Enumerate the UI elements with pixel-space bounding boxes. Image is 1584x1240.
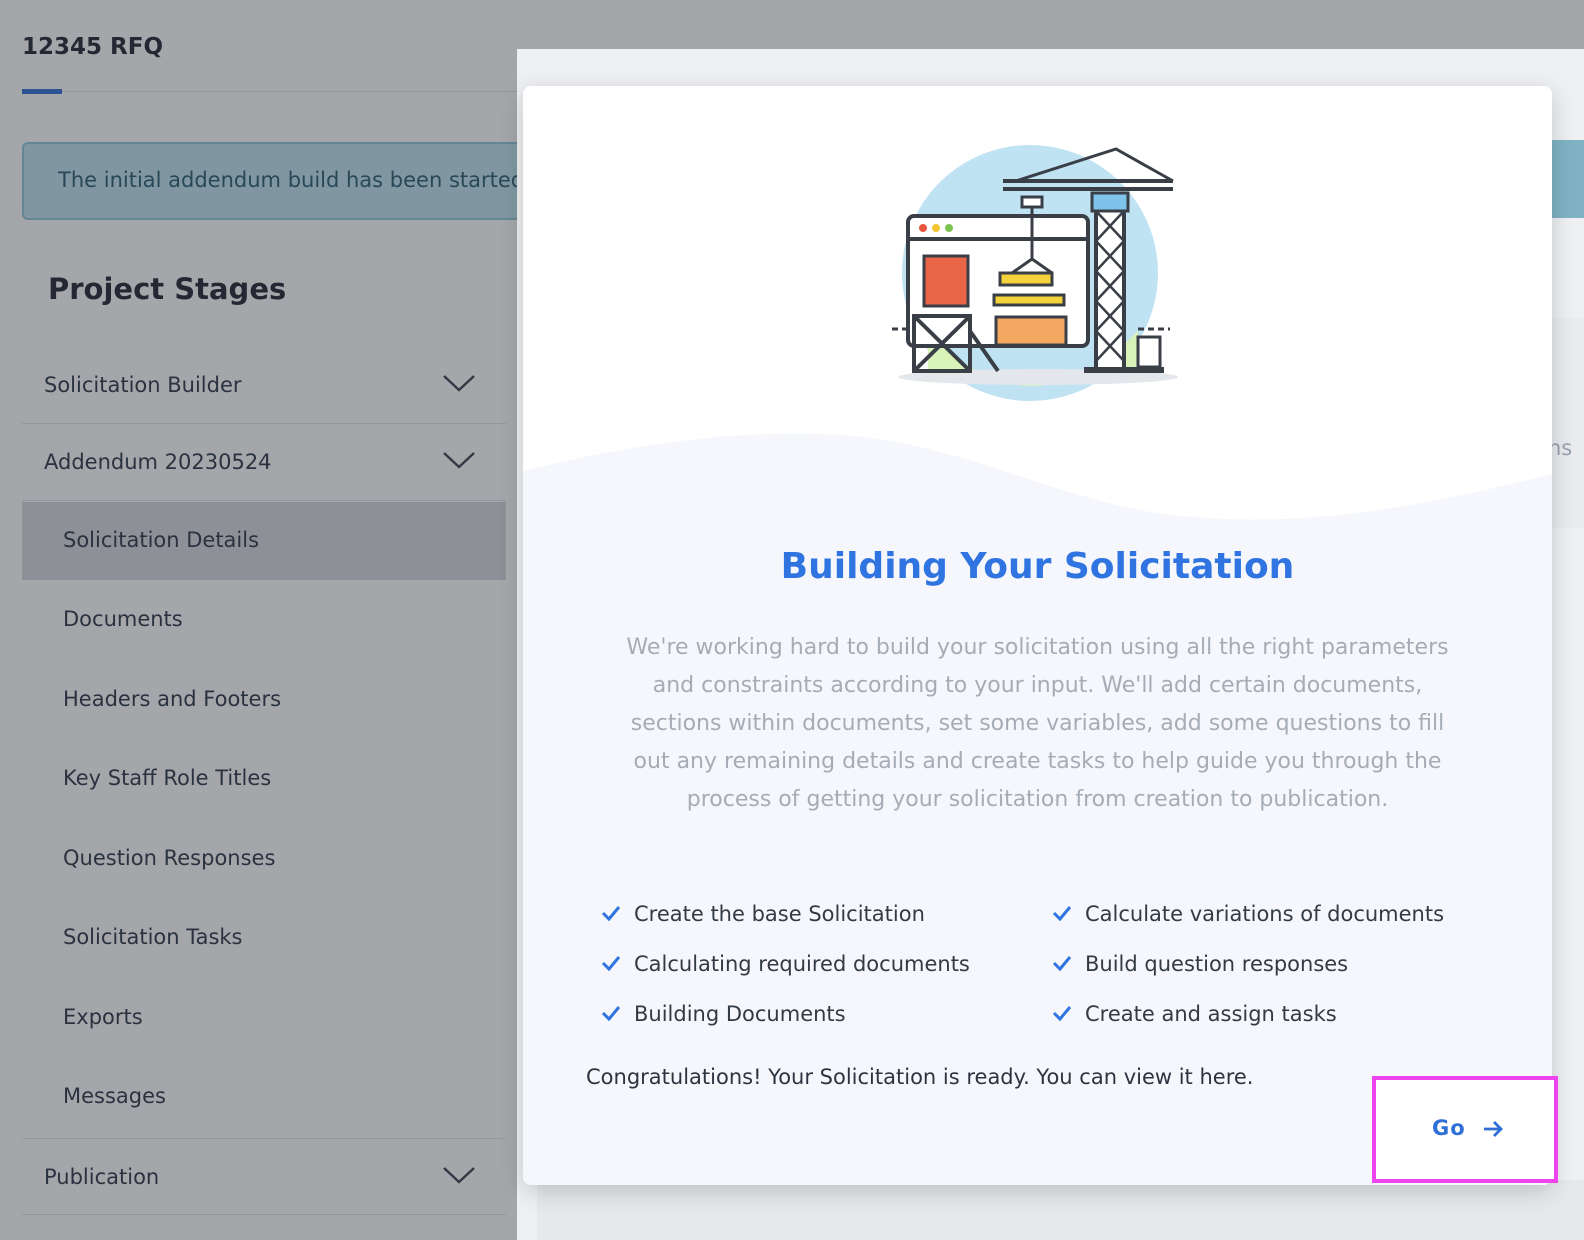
go-button[interactable]: Go bbox=[1372, 1076, 1558, 1183]
build-progress-modal: Building Your Solicitation We're working… bbox=[523, 86, 1552, 1185]
check-icon bbox=[601, 956, 621, 972]
construction-illustration bbox=[892, 145, 1178, 401]
go-button-label: Go bbox=[1432, 1116, 1466, 1140]
checklist-item-text: Create and assign tasks bbox=[1085, 1002, 1337, 1026]
arrow-right-icon bbox=[1484, 1121, 1503, 1137]
modal-description: We're working hard to build your solicit… bbox=[626, 635, 1449, 812]
drawer-footer bbox=[537, 1180, 1584, 1240]
check-icon bbox=[1052, 956, 1072, 972]
check-icon bbox=[601, 1006, 621, 1022]
congratulations-message: Congratulations! Your Solicitation is re… bbox=[586, 1065, 1254, 1089]
checklist-item-text: Calculate variations of documents bbox=[1085, 902, 1445, 926]
checklist-item-text: Calculating required documents bbox=[634, 952, 970, 976]
alert-fragment bbox=[1552, 140, 1584, 218]
checklist-item-text: Build question responses bbox=[1085, 952, 1349, 976]
check-icon bbox=[1052, 906, 1072, 922]
check-icon bbox=[1052, 1006, 1072, 1022]
checklist-item-text: Create the base Solicitation bbox=[634, 902, 925, 926]
checklist-item-text: Building Documents bbox=[634, 1002, 846, 1026]
check-icon bbox=[601, 906, 621, 922]
content-fragment bbox=[1552, 318, 1584, 528]
modal-title: Building Your Solicitation bbox=[780, 546, 1295, 587]
